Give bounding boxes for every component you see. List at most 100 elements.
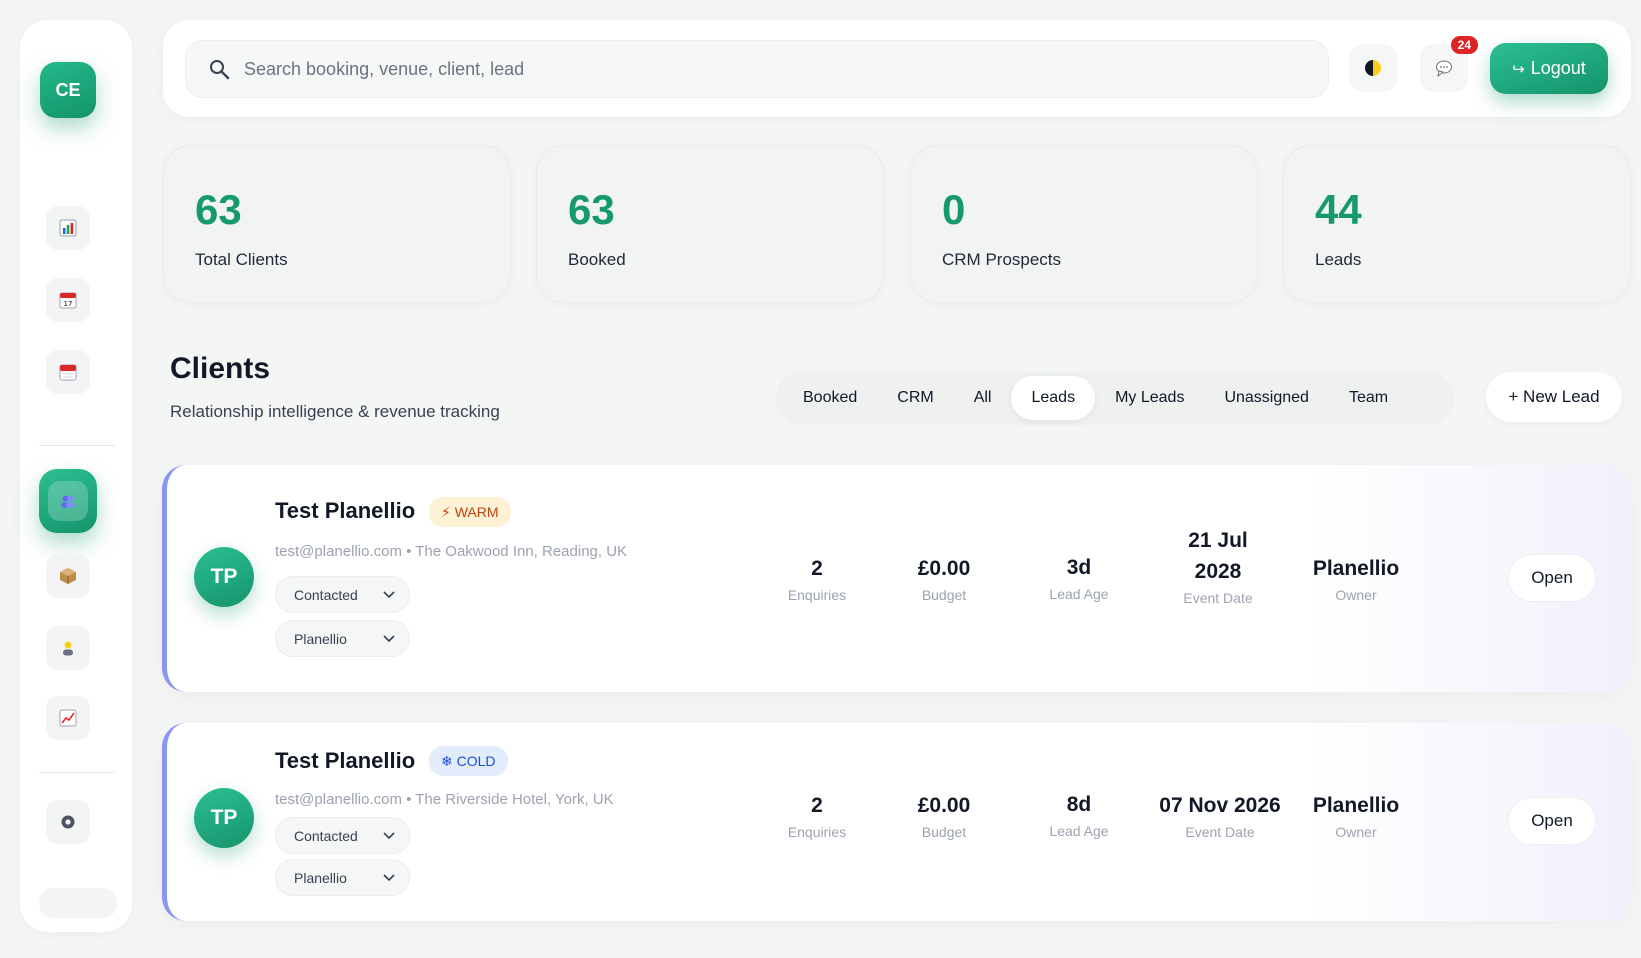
enquiries-metric: 2 Enquiries bbox=[769, 790, 865, 840]
sidebar-divider bbox=[39, 772, 115, 773]
sidebar-item-packages[interactable] bbox=[46, 554, 90, 598]
budget-value: £0.00 bbox=[917, 794, 971, 817]
chevron-down-icon bbox=[383, 873, 395, 881]
tab-team[interactable]: Team bbox=[1329, 376, 1408, 420]
sidebar-item-schedule[interactable] bbox=[46, 350, 90, 394]
event-date-metric: 21 Jul 2028 Event Date bbox=[1168, 525, 1268, 606]
status-select[interactable]: Contacted bbox=[275, 576, 410, 613]
client-avatar: TP bbox=[194, 547, 254, 607]
svg-text:17: 17 bbox=[64, 300, 73, 308]
tear-calendar-icon bbox=[59, 364, 77, 381]
trend-chart-icon bbox=[59, 709, 77, 727]
sidebar-item-clients-inner bbox=[48, 481, 88, 521]
search-icon bbox=[210, 60, 230, 80]
lead-age-label: Lead Age bbox=[1049, 823, 1109, 839]
logout-button[interactable]: ↪ Logout bbox=[1490, 43, 1608, 94]
stat-label: Booked bbox=[568, 250, 626, 269]
tab-booked[interactable]: Booked bbox=[783, 376, 877, 420]
event-date-value: 21 Jul 2028 bbox=[1188, 529, 1248, 583]
chevron-down-icon bbox=[383, 831, 395, 839]
stat-card-leads: 44 Leads bbox=[1283, 145, 1631, 303]
owner-select-value: Planellio bbox=[294, 869, 347, 886]
stat-card-total-clients: 63 Total Clients bbox=[163, 145, 511, 303]
stat-label: Total Clients bbox=[195, 250, 288, 269]
gear-icon bbox=[61, 815, 75, 829]
page-title: Clients bbox=[170, 352, 271, 385]
client-name[interactable]: Test Planellio bbox=[275, 498, 415, 524]
calendar-icon: 17 bbox=[59, 292, 77, 309]
tab-leads[interactable]: Leads bbox=[1011, 376, 1096, 420]
sidebar-item-calendar[interactable]: 17 bbox=[46, 278, 90, 322]
client-avatar: TP bbox=[194, 788, 254, 848]
budget-label: Budget bbox=[921, 587, 967, 603]
stat-card-booked: 63 Booked bbox=[536, 145, 884, 303]
user-avatar[interactable]: CE bbox=[40, 62, 96, 118]
client-row[interactable]: TP Test Planellio ⚡ WARM test@planellio.… bbox=[162, 465, 1630, 692]
sidebar-item-settings[interactable] bbox=[46, 800, 90, 844]
stat-value: 63 bbox=[568, 186, 615, 233]
tab-my-leads[interactable]: My Leads bbox=[1095, 376, 1204, 420]
budget-metric: £0.00 Budget bbox=[894, 553, 994, 603]
page-subtitle: Relationship intelligence & revenue trac… bbox=[170, 402, 500, 421]
lead-age-label: Lead Age bbox=[1049, 586, 1109, 602]
status-select-value: Contacted bbox=[294, 827, 358, 844]
sidebar-item-clients[interactable] bbox=[39, 469, 97, 533]
notifications-button[interactable]: 24 bbox=[1420, 36, 1478, 92]
owner-select[interactable]: Planellio bbox=[275, 859, 410, 896]
client-name[interactable]: Test Planellio bbox=[275, 748, 415, 774]
chevron-down-icon bbox=[383, 590, 395, 598]
new-lead-button[interactable]: + New Lead bbox=[1486, 372, 1622, 422]
enquiries-metric: 2 Enquiries bbox=[769, 553, 865, 603]
status-select-value: Contacted bbox=[294, 586, 358, 603]
budget-value: £0.00 bbox=[917, 557, 971, 580]
open-button[interactable]: Open bbox=[1508, 797, 1596, 845]
stat-label: Leads bbox=[1315, 250, 1362, 269]
owner-value: Planellio bbox=[1312, 794, 1400, 817]
top-bar: 24 ↪ Logout bbox=[163, 20, 1631, 117]
lead-age-value: 3d bbox=[1066, 556, 1092, 579]
stat-label: CRM Prospects bbox=[942, 250, 1062, 269]
search-bar[interactable] bbox=[185, 40, 1329, 98]
temperature-badge: ❄ COLD bbox=[429, 746, 508, 776]
lead-age-metric: 3d Lead Age bbox=[1029, 552, 1129, 602]
budget-metric: £0.00 Budget bbox=[894, 790, 994, 840]
temperature-badge: ⚡ WARM bbox=[429, 497, 511, 527]
lead-age-metric: 8d Lead Age bbox=[1029, 789, 1129, 839]
sidebar-item-dashboard[interactable] bbox=[46, 206, 90, 250]
owner-select[interactable]: Planellio bbox=[275, 620, 410, 657]
budget-label: Budget bbox=[921, 824, 967, 840]
tab-crm[interactable]: CRM bbox=[877, 376, 953, 420]
sidebar-divider bbox=[39, 445, 115, 446]
tab-all[interactable]: All bbox=[954, 376, 1012, 420]
stat-value: 0 bbox=[942, 186, 966, 233]
event-date-value: 07 Nov 2026 bbox=[1159, 794, 1281, 817]
enquiries-label: Enquiries bbox=[787, 824, 847, 840]
contrast-icon bbox=[1365, 60, 1381, 76]
tab-unassigned[interactable]: Unassigned bbox=[1204, 376, 1329, 420]
person-icon bbox=[63, 641, 73, 656]
stat-value: 63 bbox=[195, 186, 242, 233]
owner-label: Owner bbox=[1335, 587, 1377, 603]
sidebar-extra-button[interactable] bbox=[39, 888, 117, 918]
open-button[interactable]: Open bbox=[1508, 554, 1596, 602]
status-select[interactable]: Contacted bbox=[275, 817, 410, 854]
logout-icon: ↪ bbox=[1512, 60, 1525, 78]
client-meta: test@planellio.com • The Riverside Hotel… bbox=[275, 791, 614, 808]
stat-card-crm-prospects: 0 CRM Prospects bbox=[910, 145, 1258, 303]
notification-count-badge: 24 bbox=[1450, 36, 1478, 54]
client-row[interactable]: TP Test Planellio ❄ COLD test@planellio.… bbox=[162, 723, 1630, 921]
owner-metric: Planellio Owner bbox=[1286, 553, 1426, 603]
enquiries-value: 2 bbox=[811, 557, 823, 580]
sidebar-item-reports[interactable] bbox=[46, 696, 90, 740]
enquiries-value: 2 bbox=[811, 794, 823, 817]
stat-value: 44 bbox=[1315, 186, 1362, 233]
theme-toggle-button[interactable] bbox=[1349, 44, 1397, 92]
chevron-down-icon bbox=[383, 634, 395, 642]
sidebar-item-staff[interactable] bbox=[46, 626, 90, 670]
event-date-label: Event Date bbox=[1185, 824, 1255, 840]
owner-metric: Planellio Owner bbox=[1286, 790, 1426, 840]
search-input[interactable] bbox=[244, 58, 1144, 80]
chat-bubble-icon bbox=[1436, 60, 1452, 77]
logout-label: Logout bbox=[1530, 58, 1586, 78]
owner-label: Owner bbox=[1335, 824, 1377, 840]
